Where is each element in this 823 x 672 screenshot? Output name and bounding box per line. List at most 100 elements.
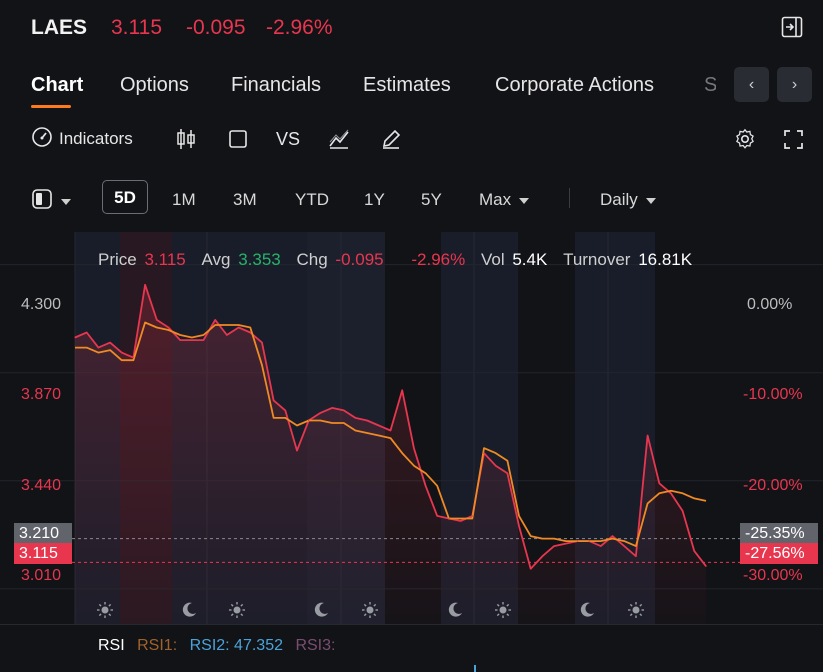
drawing-box-icon[interactable] (228, 126, 248, 152)
info-vol-value: 5.4K (512, 250, 548, 269)
header-change: -0.095 (186, 16, 246, 39)
tab-financials[interactable]: Financials (231, 74, 321, 97)
tab-chart[interactable]: Chart (31, 74, 83, 97)
info-avg-label: Avg (201, 250, 231, 269)
indicators-label: Indicators (59, 129, 133, 148)
price-point (518, 525, 520, 527)
sun-icon (362, 602, 378, 618)
tab-corporate-actions[interactable]: Corporate Actions (495, 74, 654, 97)
collapse-panel-icon[interactable] (781, 16, 803, 38)
price-point (506, 472, 508, 474)
price-point (319, 412, 321, 414)
tabs-scroll-right-button[interactable]: › (777, 67, 812, 102)
price-point (389, 429, 392, 432)
price-point (273, 399, 275, 401)
chevron-left-icon: ‹ (748, 75, 755, 93)
price-point (565, 542, 567, 545)
range-1y-button[interactable]: 1Y (364, 188, 385, 212)
price-point (553, 545, 555, 547)
price-point (109, 341, 111, 344)
price-point (623, 545, 625, 547)
info-avg-value: 3.353 (238, 250, 281, 269)
price-point (588, 540, 590, 542)
range-5y-button[interactable]: 5Y (421, 188, 442, 212)
y-tick-left: 3.870 (21, 386, 62, 403)
price-point (226, 334, 228, 336)
y-tick-right: -20.00% (743, 477, 803, 494)
price-point (495, 465, 497, 467)
rsi-legend[interactable]: RSI RSI1: RSI2: 47.352 RSI3: (98, 637, 335, 655)
tab-options[interactable]: Options (120, 74, 189, 97)
chart-info-bar: Price 3.115 Avg 3.353 Chg -0.095 -2.96% … (98, 250, 695, 270)
last-price-pct-tag: -27.56% (740, 543, 818, 564)
price-point (331, 407, 333, 409)
info-vol-label: Vol (480, 250, 505, 269)
range-ytd-button[interactable]: YTD (295, 188, 329, 212)
active-tab-indicator (31, 105, 71, 108)
price-point (705, 565, 707, 567)
price-point (86, 331, 88, 334)
price-point (191, 339, 193, 341)
y-tick-right: 0.00% (747, 296, 793, 313)
price-point (693, 550, 695, 552)
price-point (144, 284, 146, 286)
header-change-pct: -2.96% (266, 16, 333, 39)
info-chg-label: Chg (296, 250, 328, 269)
ticker-symbol: LAES (31, 16, 88, 39)
price-point (214, 319, 216, 321)
range-max-label: Max (479, 190, 512, 209)
price-point (670, 492, 672, 494)
info-price-label: Price (98, 250, 137, 269)
price-point (611, 535, 614, 537)
price-point (483, 452, 485, 454)
range-1m-button[interactable]: 1M (172, 188, 196, 212)
tabs-scroll-left-button[interactable]: ‹ (734, 67, 769, 102)
y-tick-left: 3.010 (21, 567, 62, 584)
price-chart[interactable] (0, 232, 823, 624)
price-point (646, 434, 649, 437)
split-layout-icon (31, 188, 53, 215)
candlestick-icon[interactable] (175, 126, 197, 152)
price-point (261, 341, 263, 344)
range-5d-button[interactable]: 5D (102, 180, 148, 214)
y-tick-left: 3.440 (21, 477, 62, 494)
chevron-right-icon: › (791, 75, 798, 93)
price-point (308, 419, 310, 422)
compare-button[interactable]: VS (276, 126, 300, 152)
pen-icon[interactable] (380, 126, 402, 152)
price-point (600, 545, 602, 547)
fullscreen-icon[interactable] (783, 126, 804, 152)
tab-truncated[interactable]: S (704, 74, 716, 97)
price-point (635, 555, 637, 557)
tab-estimates[interactable]: Estimates (363, 74, 451, 97)
price-point (471, 515, 473, 517)
range-max-dropdown[interactable]: Max (479, 188, 530, 212)
rsi1-label: RSI1: (137, 637, 178, 654)
price-point (378, 424, 380, 427)
chevron-down-icon (61, 198, 71, 205)
info-turnover-label: Turnover (563, 250, 631, 269)
info-price-value: 3.115 (144, 250, 186, 269)
price-point (436, 515, 438, 517)
price-point (167, 326, 170, 329)
range-3m-button[interactable]: 3M (233, 188, 257, 212)
rsi-divider (0, 624, 823, 625)
price-point (179, 339, 181, 341)
layout-toggle[interactable] (31, 188, 71, 215)
interval-dropdown[interactable]: Daily (600, 188, 656, 212)
price-point (424, 485, 427, 487)
last-price-tag: 3.115 (14, 543, 72, 564)
price-point (354, 417, 357, 419)
interval-label: Daily (600, 190, 638, 209)
indicators-button[interactable]: Indicators (31, 126, 133, 152)
settings-gear-icon[interactable] (734, 126, 756, 152)
price-point (343, 409, 345, 412)
sun-icon (495, 602, 511, 618)
price-point (296, 450, 298, 452)
chart-type-icon[interactable] (328, 126, 350, 152)
price-point (156, 319, 158, 321)
price-point (74, 336, 76, 339)
price-point (97, 346, 99, 349)
rsi2-label: RSI2: 47.352 (189, 637, 283, 654)
price-point (202, 339, 205, 341)
